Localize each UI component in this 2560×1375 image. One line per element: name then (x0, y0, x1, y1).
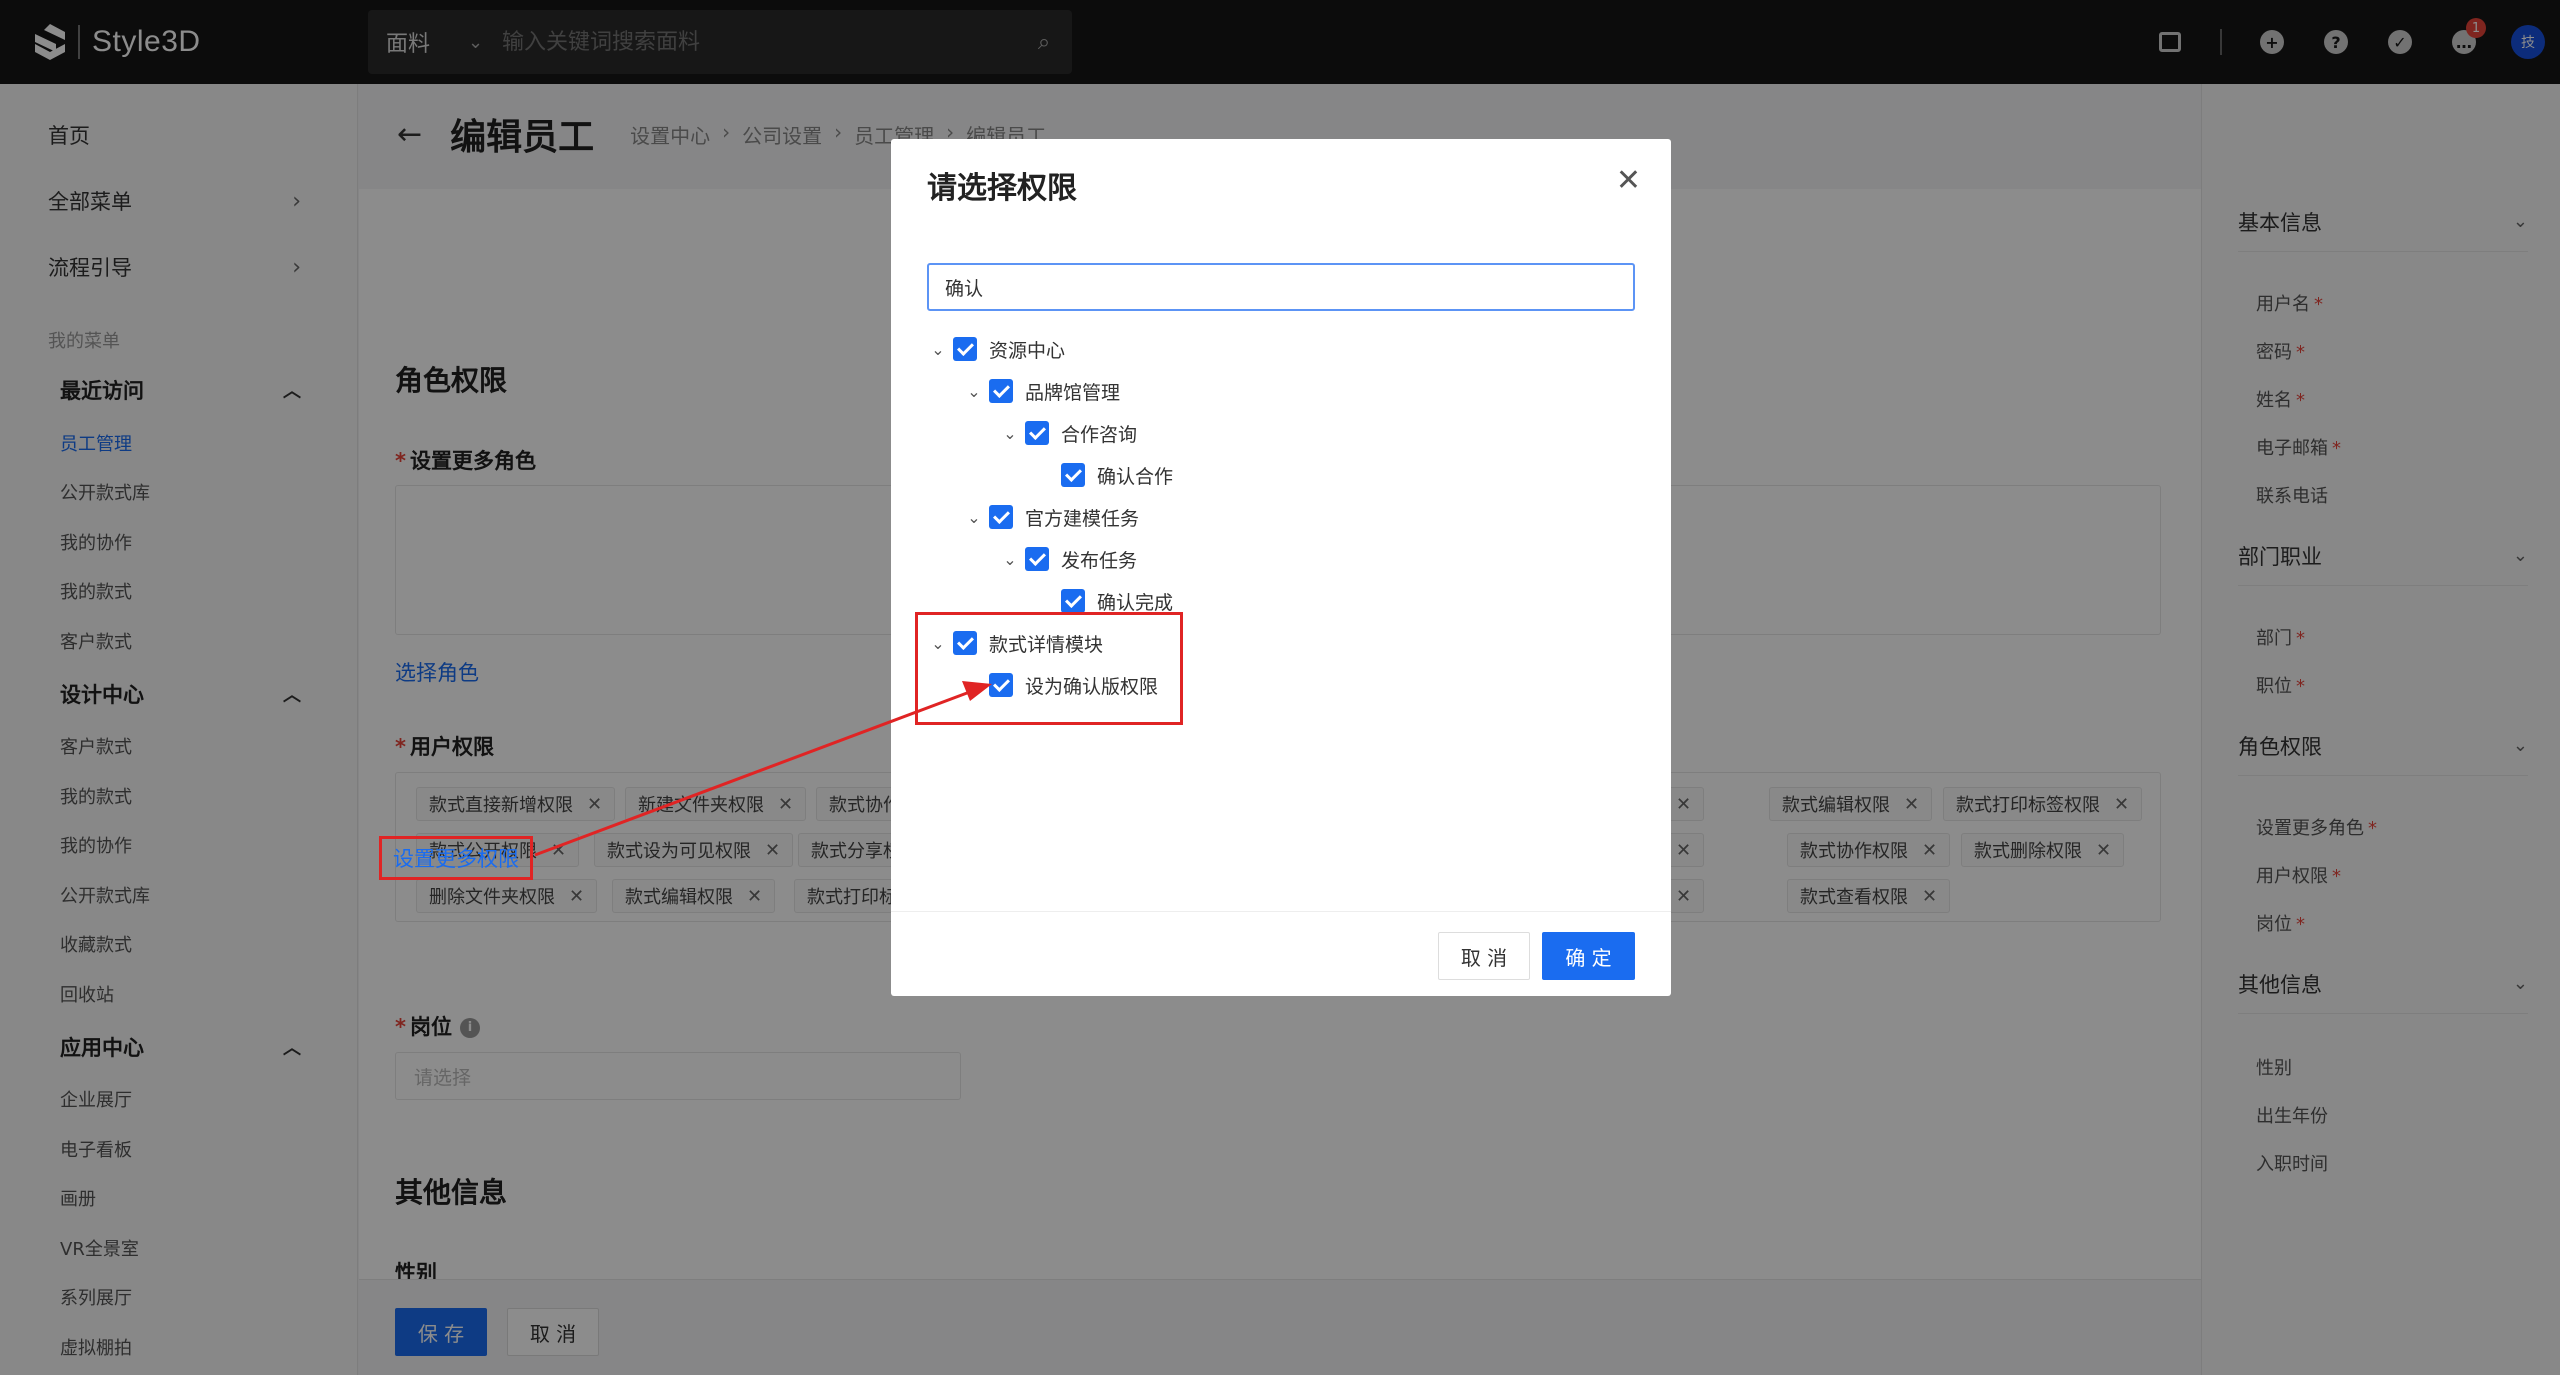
permission-modal: 请选择权限 ✕ 确认 ⌄ 资源中心 ⌄ 品牌馆管理 ⌄ 合作咨询 确认合作 ⌄ 官方建模… (891, 139, 1671, 996)
checkbox-checked[interactable] (1025, 421, 1049, 445)
close-icon[interactable]: ✕ (1616, 163, 1641, 198)
tree-node-label: 官方建模任务 (1025, 507, 1140, 530)
more-permission-link-highlight[interactable]: 设置更多权限 (379, 836, 533, 880)
tree-node[interactable]: ⌄ 合作咨询 (999, 413, 1137, 453)
tree-node-label: 确认合作 (1097, 465, 1174, 488)
modal-ok-button[interactable]: 确 定 (1542, 932, 1635, 980)
permission-search-input[interactable]: 确认 (927, 263, 1635, 311)
tree-node-label: 品牌馆管理 (1025, 381, 1121, 404)
checkbox-checked[interactable] (989, 505, 1013, 529)
chevron-down-icon[interactable]: ⌄ (999, 424, 1021, 443)
modal-title: 请选择权限 (927, 171, 1077, 206)
tree-node[interactable]: 确认合作 (1035, 455, 1173, 495)
modal-cancel-button[interactable]: 取 消 (1438, 932, 1530, 980)
chevron-down-icon[interactable]: ⌄ (963, 382, 985, 401)
tree-node-label: 资源中心 (989, 339, 1066, 362)
tree-node-label: 发布任务 (1061, 549, 1138, 572)
tree-node[interactable]: ⌄ 官方建模任务 (963, 497, 1139, 537)
chevron-down-icon[interactable]: ⌄ (927, 340, 949, 359)
annotation-highlight-box (915, 612, 1183, 725)
checkbox-checked[interactable] (1061, 463, 1085, 487)
tree-node-label: 合作咨询 (1061, 423, 1138, 446)
tree-node-label: 确认完成 (1097, 591, 1174, 614)
checkbox-checked[interactable] (1061, 589, 1085, 613)
tree-node[interactable]: ⌄ 发布任务 (999, 539, 1137, 579)
more-permission-link[interactable]: 设置更多权限 (393, 843, 519, 873)
chevron-down-icon[interactable]: ⌄ (963, 508, 985, 527)
tree-node[interactable]: ⌄ 资源中心 (927, 329, 1065, 369)
chevron-down-icon[interactable]: ⌄ (999, 550, 1021, 569)
checkbox-checked[interactable] (953, 337, 977, 361)
modal-footer: 取 消 确 定 (891, 911, 1671, 996)
tree-node[interactable]: ⌄ 品牌馆管理 (963, 371, 1120, 411)
checkbox-checked[interactable] (989, 379, 1013, 403)
checkbox-checked[interactable] (1025, 547, 1049, 571)
